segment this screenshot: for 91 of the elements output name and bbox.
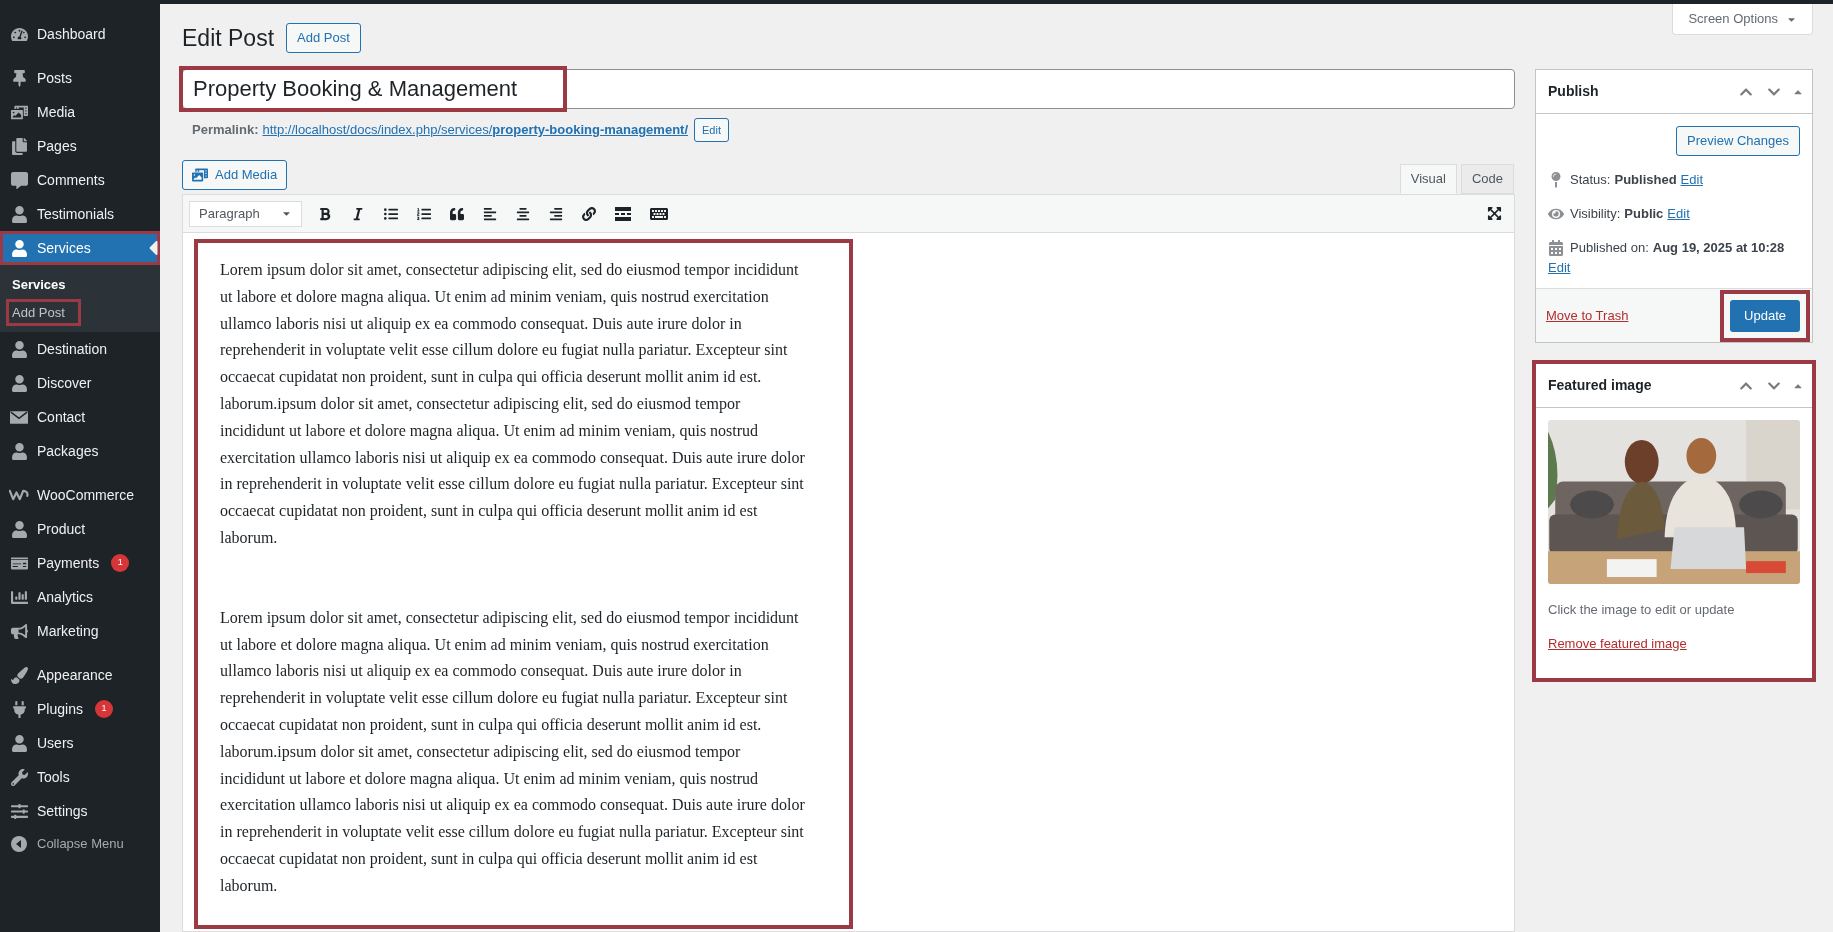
menu-item[interactable]: Pages <box>0 129 160 163</box>
bullet-list-icon[interactable] <box>384 206 398 221</box>
menu-item[interactable]: Discover <box>0 366 160 400</box>
menu-item[interactable]: Media <box>0 95 160 129</box>
plug-icon <box>10 700 28 718</box>
person-icon <box>10 734 28 752</box>
fullscreen-icon[interactable] <box>1487 206 1502 221</box>
dashboard-icon <box>10 25 28 43</box>
permalink-label: Permalink: <box>192 121 259 140</box>
page-title: Edit Post <box>182 23 275 53</box>
menu-item[interactable]: Services <box>0 231 160 265</box>
sliders-icon <box>10 802 28 820</box>
count-badge: 1 <box>94 700 113 718</box>
brush-icon <box>10 666 28 684</box>
body-paragraph: Lorem ipsum dolor sit amet, consectetur adipiscing elit, sed do eiusmod tempor incididunt ut labore et dolore magna aliqua. Ut enim ad minim veniam, quis nostrud exercitation ullamco laboris nisi ut aliquip ex ea commodo consequat. Duis aute irure dolor in reprehenderit in voluptate velit esse cillum dolore eu fugiat nulla pariatur. Excepteur sint occaecat cupidatat non proident, sunt in culpa qui officia deserunt mollit anim id est. laborum.ipsum dolor sit amet, consectetur adipiscing elit, sed do eiusmod tempor incididunt ut labore et dolore magna aliqua. Ut enim ad minim veniam, quis nostrud exercitation ullamco laboris nisi ut aliquip ex ea commodo consequat. Duis aute irure dolor in reprehenderit in voluptate velit esse cillum dolore eu fugiat nulla pariatur. Excepteur sint occaecat cupidatat non proident, sunt in culpa qui officia deserunt mollit anim id est laborum. <box>220 607 806 896</box>
update-button[interactable]: Update <box>1730 299 1800 332</box>
align-left-icon[interactable] <box>483 206 497 221</box>
eye-icon <box>1548 206 1564 222</box>
collapse-icon <box>11 836 27 852</box>
bar-chart-icon <box>10 588 28 606</box>
move-to-trash-link[interactable]: Move to Trash <box>1546 305 1629 326</box>
align-right-icon[interactable] <box>549 206 563 221</box>
meta-value: Public <box>1624 205 1664 223</box>
editor-tab[interactable]: Code <box>1460 164 1514 194</box>
add-post-button[interactable]: Add Post <box>286 23 361 53</box>
meta-value: Aug 19, 2025 at 10:28 <box>1652 239 1785 257</box>
permalink-link[interactable]: http://localhost/docs/index.php/services/property-booking-management/ <box>262 120 689 140</box>
menu-item[interactable]: WooCommerce <box>0 478 160 512</box>
pin-icon <box>10 69 28 87</box>
menu-item[interactable]: Payments 1 <box>0 546 160 580</box>
preview-changes-button[interactable]: Preview Changes <box>1676 126 1800 156</box>
edit-link[interactable]: Edit <box>1667 204 1690 224</box>
menu-item[interactable]: Dashboard <box>0 17 160 51</box>
media-icon <box>192 167 208 183</box>
menu-item[interactable]: Packages <box>0 434 160 468</box>
title-field[interactable]: Property Booking & Management <box>182 69 1515 109</box>
calendar-icon <box>1548 240 1564 256</box>
align-center-icon[interactable] <box>516 206 530 221</box>
remove-image-link[interactable]: Remove featured image <box>1548 633 1687 653</box>
format-select[interactable]: Paragraph <box>189 200 302 227</box>
person-icon <box>10 205 28 223</box>
read-more-icon[interactable] <box>615 206 631 221</box>
meta-label: Published on: <box>1570 239 1649 257</box>
count-badge: 1 <box>111 554 130 572</box>
person-icon <box>10 520 28 538</box>
submenu-item[interactable]: Add Post <box>6 298 81 326</box>
pages-icon <box>10 137 28 155</box>
menu-item[interactable]: Settings <box>0 794 160 828</box>
menu-item[interactable]: Comments <box>0 163 160 197</box>
meta-label: Visibility: <box>1570 205 1621 223</box>
add-media-button[interactable]: Add Media <box>182 160 288 190</box>
woo-icon <box>9 488 29 502</box>
menu-item[interactable]: Posts <box>0 61 160 95</box>
submenu-item[interactable]: Services <box>6 271 72 299</box>
bold-icon[interactable] <box>318 206 332 221</box>
meta-label: Status: <box>1570 171 1611 189</box>
envelope-icon <box>10 410 28 424</box>
menu-item[interactable]: Users <box>0 726 160 760</box>
menu-item[interactable]: Analytics <box>0 580 160 614</box>
panel-title: Featured image <box>1548 376 1653 395</box>
menu-item[interactable]: Destination <box>0 332 160 366</box>
menu-item[interactable]: Plugins 1 <box>0 692 160 726</box>
comment-icon <box>10 171 28 189</box>
menu-item[interactable]: Contact <box>0 400 160 434</box>
wrench-icon <box>10 768 28 786</box>
menu-item[interactable]: Product <box>0 512 160 546</box>
megaphone-icon <box>10 622 28 640</box>
edit-slug-button[interactable]: Edit <box>694 118 729 142</box>
panel-title: Publish <box>1548 82 1600 101</box>
person-icon <box>10 239 28 257</box>
numbered-list-icon[interactable] <box>417 206 431 221</box>
italic-icon[interactable] <box>351 206 365 221</box>
quote-icon[interactable] <box>450 206 464 221</box>
media-icon <box>10 103 28 121</box>
menu-item[interactable]: Tools <box>0 760 160 794</box>
meta-value: Published <box>1614 171 1677 189</box>
menu-item[interactable]: Appearance <box>0 658 160 692</box>
screen-options-button[interactable]: Screen Options <box>1672 4 1813 35</box>
body-paragraph: Lorem ipsum dolor sit amet, consectetur adipiscing elit, sed do eiusmod tempor incididunt ut labore et dolore magna aliqua. Ut enim ad minim veniam, quis nostrud exercitation ullamco laboris nisi ut aliquip ex ea commodo consequat. Duis aute irure dolor in reprehenderit in voluptate velit esse cillum dolore eu fugiat nulla pariatur. Excepteur sint occaecat cupidatat non proident, sunt in culpa qui officia deserunt mollit anim id est. laborum.ipsum dolor sit amet, consectetur adipiscing elit, sed do eiusmod tempor incididunt ut labore et dolore magna aliqua. Ut enim ad minim veniam, quis nostrud exercitation ullamco laboris nisi ut aliquip ex ea commodo consequat. Duis aute irure dolor in reprehenderit in voluptate velit esse cillum dolore eu fugiat nulla pariatur. Excepteur sint occaecat cupidatat non proident, sunt in culpa qui officia deserunt mollit anim id est laborum. <box>220 260 806 548</box>
content-area[interactable] <box>194 239 853 929</box>
collapse-menu-button[interactable]: Collapse Menu <box>0 828 160 860</box>
menu-item[interactable]: Marketing <box>0 614 160 648</box>
menu-item[interactable]: Testimonials <box>0 197 160 231</box>
editor-tab[interactable]: Visual <box>1399 164 1457 194</box>
person-icon <box>10 374 28 392</box>
edit-link[interactable]: Edit <box>1680 170 1703 190</box>
link-icon[interactable] <box>582 206 596 221</box>
person-icon <box>10 340 28 358</box>
person-icon <box>10 442 28 460</box>
image-hint: Click the image to edit or update <box>1548 601 1736 619</box>
edit-link[interactable]: Edit <box>1548 258 1767 278</box>
